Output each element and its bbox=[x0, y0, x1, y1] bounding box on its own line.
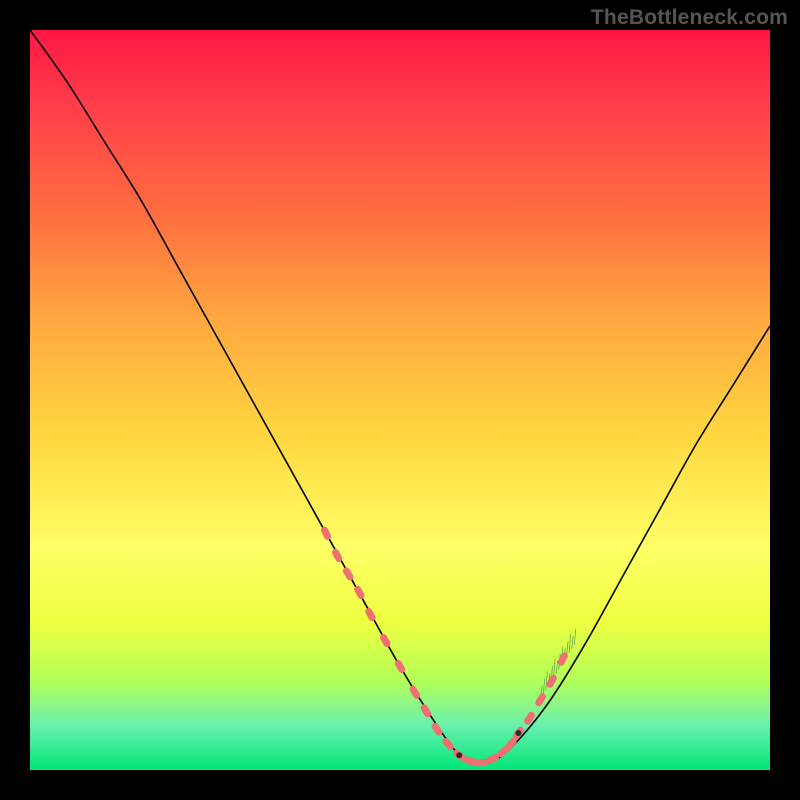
curve-marker bbox=[534, 692, 547, 708]
curve-anchor-point bbox=[456, 752, 462, 758]
curve-anchor-point bbox=[515, 730, 521, 736]
curve-marker bbox=[523, 710, 537, 726]
hatch-mark bbox=[546, 671, 548, 690]
chart-container: TheBottleneck.com bbox=[0, 0, 800, 800]
curve-marker bbox=[379, 633, 392, 649]
curve-svg bbox=[30, 30, 770, 770]
hatch-mark bbox=[556, 661, 558, 674]
bottleneck-curve bbox=[30, 30, 770, 764]
curve-marker bbox=[320, 525, 333, 541]
hatch-mark bbox=[543, 679, 545, 695]
curve-marker bbox=[353, 585, 366, 601]
curve-marker bbox=[430, 722, 444, 738]
curve-marker bbox=[342, 566, 355, 582]
watermark-text: TheBottleneck.com bbox=[591, 6, 788, 30]
marker-group bbox=[320, 525, 569, 766]
hatch-mark bbox=[574, 629, 576, 645]
hatch-mark bbox=[572, 636, 574, 649]
curve-marker bbox=[393, 659, 406, 675]
hatch-mark bbox=[569, 634, 571, 653]
plot-area bbox=[30, 30, 770, 770]
